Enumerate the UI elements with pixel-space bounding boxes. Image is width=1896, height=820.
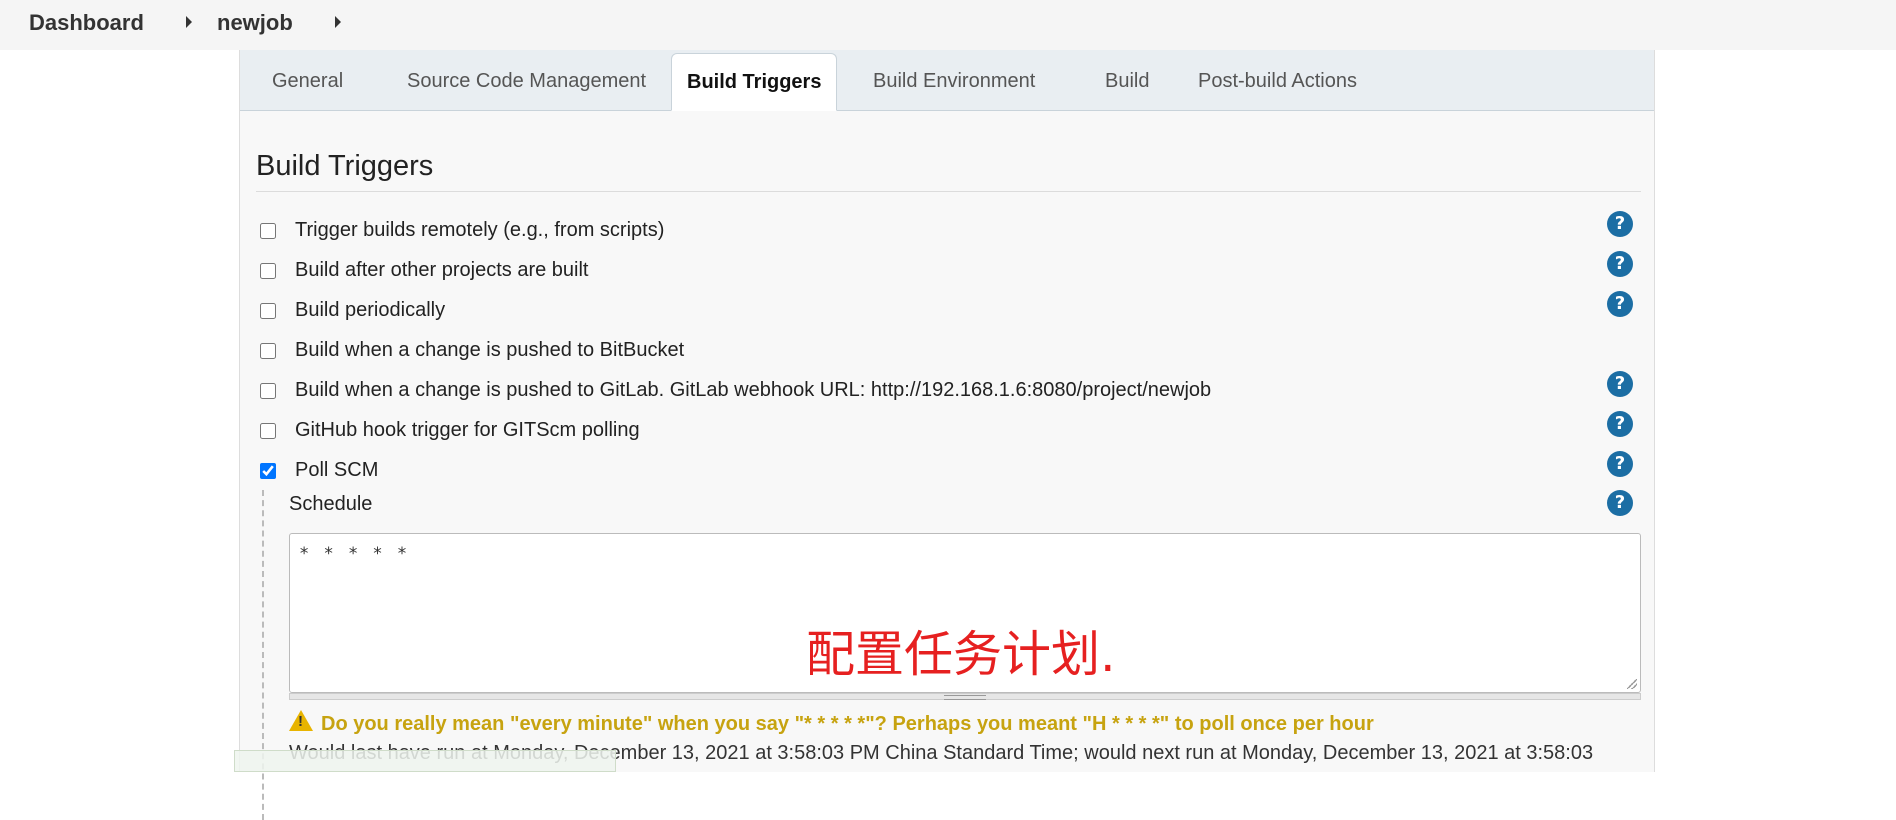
section-divider [256,191,1641,192]
schedule-label: Schedule [289,493,373,515]
trigger-row-github: GitHub hook trigger for GITScm polling [260,415,1650,455]
help-icon[interactable]: ? [1607,451,1633,477]
help-icon[interactable]: ? [1607,291,1633,317]
trigger-row-after-other: Build after other projects are built [260,255,1650,295]
trigger-gitlab-checkbox[interactable] [260,383,276,399]
trigger-bitbucket-label[interactable]: Build when a change is pushed to BitBuck… [295,339,684,362]
tab-general[interactable]: General [257,53,358,110]
help-icon[interactable]: ? [1607,251,1633,277]
breadcrumb-dashboard[interactable]: Dashboard [29,10,144,36]
breadcrumb: Dashboard newjob [0,0,1896,50]
trigger-remote-checkbox[interactable] [260,223,276,239]
trigger-periodically-checkbox[interactable] [260,303,276,319]
help-icon[interactable]: ? [1607,490,1633,516]
trigger-github-checkbox[interactable] [260,423,276,439]
trigger-bitbucket-checkbox[interactable] [260,343,276,359]
tab-post-build-actions[interactable]: Post-build Actions [1183,53,1372,110]
schedule-warning-text: Do you really mean "every minute" when y… [321,713,1374,735]
config-panel: General Source Code Management Build Tri… [239,50,1655,820]
schedule-warning: Do you really mean "every minute" when y… [289,710,1374,736]
resize-grip-icon[interactable] [1627,679,1637,689]
breadcrumb-caret-icon[interactable] [186,16,192,28]
trigger-gitlab-label[interactable]: Build when a change is pushed to GitLab.… [295,379,1211,402]
drag-handle-icon[interactable] [944,695,986,700]
help-icon[interactable]: ? [1607,211,1633,237]
annotation-text: 配置任务计划. [806,626,1116,683]
section-title: Build Triggers [256,150,434,182]
tab-build-triggers[interactable]: Build Triggers [671,53,838,111]
trigger-row-poll-scm: Poll SCM [260,455,1650,495]
trigger-row-remote: Trigger builds remotely (e.g., from scri… [260,215,1650,255]
trigger-row-periodically: Build periodically [260,295,1650,335]
config-tabbar: General Source Code Management Build Tri… [240,50,1654,111]
trigger-row-bitbucket: Build when a change is pushed to BitBuck… [260,335,1650,375]
trigger-after-other-label[interactable]: Build after other projects are built [295,259,589,282]
schedule-value: * * * * * [299,544,410,564]
trigger-github-label[interactable]: GitHub hook trigger for GITScm polling [295,419,640,442]
tab-build[interactable]: Build [1090,53,1164,110]
trigger-after-other-checkbox[interactable] [260,263,276,279]
trigger-row-gitlab: Build when a change is pushed to GitLab.… [260,375,1650,415]
help-icon[interactable]: ? [1607,371,1633,397]
floating-notification [234,750,616,772]
help-icon[interactable]: ? [1607,411,1633,437]
tab-source-code-management[interactable]: Source Code Management [392,53,661,110]
breadcrumb-newjob[interactable]: newjob [217,10,293,36]
tab-build-environment[interactable]: Build Environment [858,53,1050,110]
textarea-resize-bar[interactable] [289,693,1641,700]
trigger-remote-label[interactable]: Trigger builds remotely (e.g., from scri… [295,219,664,242]
trigger-poll-scm-checkbox[interactable] [260,463,276,479]
warning-icon [289,710,313,731]
breadcrumb-caret-icon[interactable] [335,16,341,28]
trigger-periodically-label[interactable]: Build periodically [295,299,445,322]
trigger-poll-scm-label[interactable]: Poll SCM [295,459,378,482]
